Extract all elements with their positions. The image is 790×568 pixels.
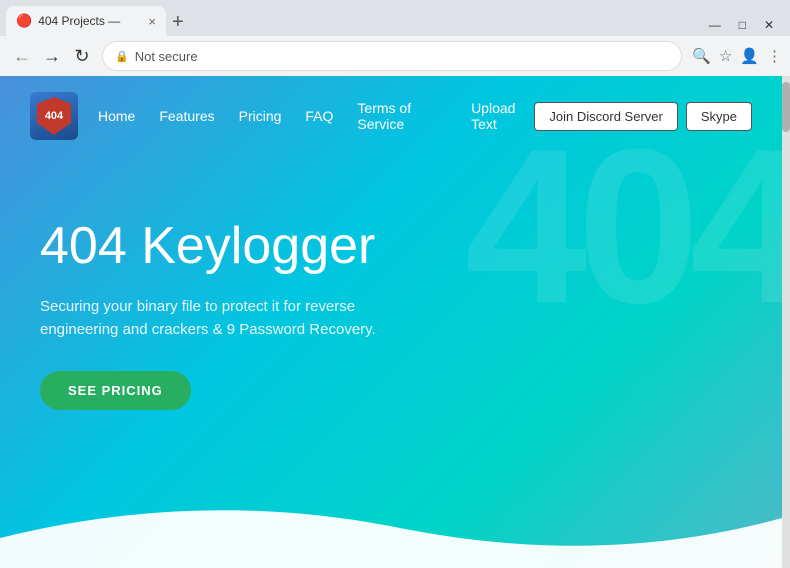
vertical-scrollbar[interactable]	[782, 76, 790, 568]
hero-title: 404 Keylogger	[40, 216, 742, 276]
hero-section: 404 Keylogger Securing your binary file …	[0, 156, 782, 450]
nav-faq[interactable]: FAQ	[305, 108, 333, 124]
content-area: 404 404 Home Features Pricing FAQ	[0, 76, 790, 568]
nav-upload[interactable]: Upload Text	[471, 100, 534, 132]
see-pricing-button[interactable]: SEE PRICING	[40, 371, 191, 410]
nav-features[interactable]: Features	[159, 108, 214, 124]
browser-chrome-top: 🔴 404 Projects — × + — □ ✕ ← → ↻ 🔒 Not s…	[0, 0, 790, 76]
navbar: 404 Home Features Pricing FAQ Terms of S…	[0, 76, 782, 156]
logo-shield: 404	[37, 97, 71, 135]
join-discord-button[interactable]: Join Discord Server	[534, 102, 677, 131]
url-text: Not secure	[135, 49, 198, 64]
logo[interactable]: 404	[30, 92, 78, 140]
lock-icon: 🔒	[115, 50, 129, 63]
nav-pricing[interactable]: Pricing	[239, 108, 282, 124]
bookmark-icon[interactable]: ☆	[719, 47, 732, 65]
tab-favicon: 🔴	[16, 13, 32, 29]
address-bar: ← → ↻ 🔒 Not secure 🔍 ☆ 👤 ⋮	[0, 36, 790, 76]
nav-terms[interactable]: Terms of Service	[357, 100, 447, 132]
toolbar-icons: 🔍 ☆ 👤 ⋮	[692, 47, 782, 65]
wave-decoration	[0, 488, 782, 568]
nav-home[interactable]: Home	[98, 108, 135, 124]
new-tab-button[interactable]: +	[172, 12, 184, 36]
minimize-button[interactable]: —	[707, 16, 723, 34]
nav-links: Home Features Pricing FAQ Terms of Servi…	[98, 100, 534, 132]
page-content: 404 404 Home Features Pricing FAQ	[0, 76, 782, 568]
close-window-button[interactable]: ✕	[762, 16, 776, 34]
search-icon[interactable]: 🔍	[692, 47, 711, 65]
browser-frame: 🔴 404 Projects — × + — □ ✕ ← → ↻ 🔒 Not s…	[0, 0, 790, 563]
refresh-button[interactable]: ↻	[68, 46, 96, 67]
tab-title: 404 Projects —	[38, 14, 140, 28]
tab-close-button[interactable]: ×	[148, 14, 156, 29]
logo-text: 404	[45, 110, 63, 122]
account-icon[interactable]: 👤	[740, 47, 759, 65]
back-button[interactable]: ←	[8, 46, 36, 67]
menu-icon[interactable]: ⋮	[767, 47, 782, 65]
forward-button[interactable]: →	[38, 46, 66, 67]
browser-tab[interactable]: 🔴 404 Projects — ×	[6, 6, 166, 36]
scrollbar-thumb[interactable]	[782, 82, 790, 132]
hero-subtitle: Securing your binary file to protect it …	[40, 296, 380, 341]
url-bar[interactable]: 🔒 Not secure	[102, 41, 682, 71]
maximize-button[interactable]: □	[737, 16, 748, 34]
website: 404 404 Home Features Pricing FAQ	[0, 76, 782, 568]
skype-button[interactable]: Skype	[686, 102, 752, 131]
nav-buttons: Join Discord Server Skype	[534, 102, 752, 131]
window-controls: — □ ✕	[707, 16, 784, 36]
